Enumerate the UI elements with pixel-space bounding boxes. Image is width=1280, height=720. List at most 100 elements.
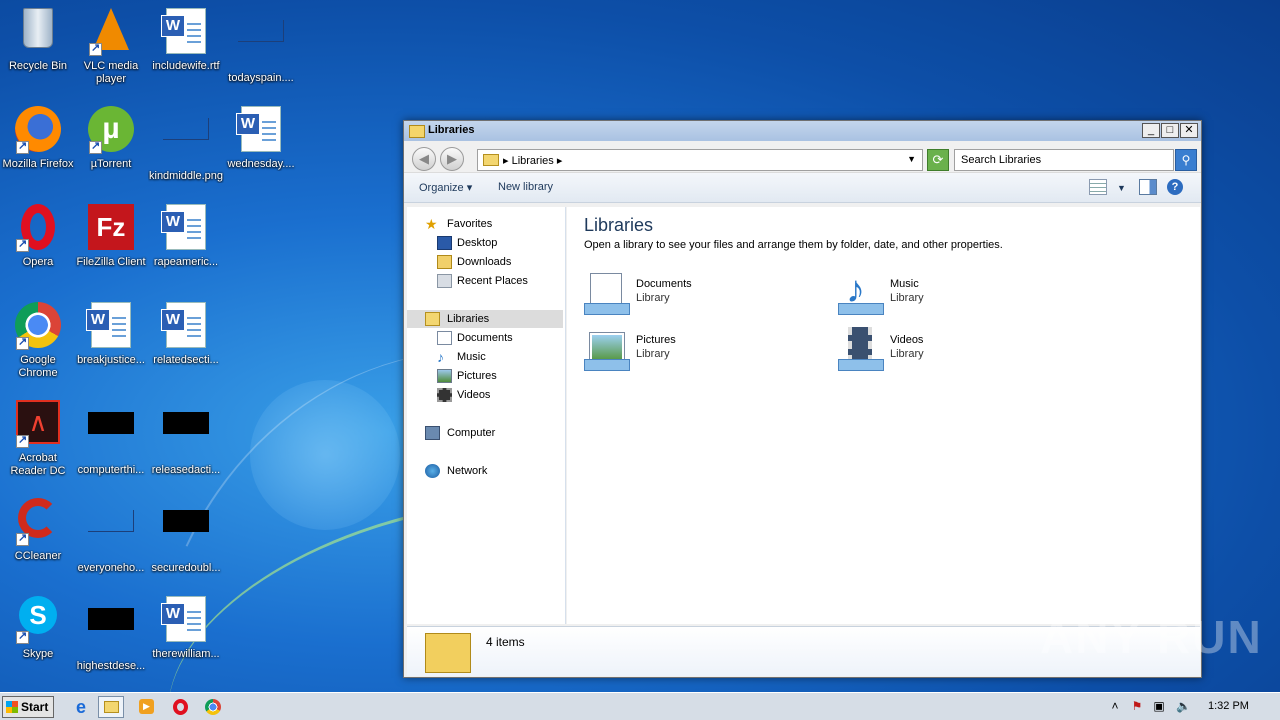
nav-recent-places[interactable]: Recent Places [407,272,563,290]
filezilla-icon[interactable]: Fz FileZilla Client [73,198,149,288]
breakjustice-file-icon[interactable]: breakjustice... [73,296,149,386]
media-player-icon[interactable]: ▶ [134,696,160,718]
explorer-taskbar-button[interactable] [98,696,124,718]
blank-file-icon [237,20,285,68]
volume-icon[interactable]: 🔈 [1176,699,1191,713]
search-input[interactable]: Search Libraries [954,149,1174,171]
preview-pane-icon[interactable] [1139,179,1157,195]
todayspain-file-icon[interactable]: todayspain.... [223,2,299,92]
nav-favorites[interactable]: ★ Favorites [407,215,563,233]
rapeameric-file-icon[interactable]: rapeameric... [148,198,224,288]
blank-file-icon [162,412,210,460]
skype-icon[interactable]: S Skype [0,590,76,680]
nav-network[interactable]: Network [407,462,563,480]
network-icon [425,464,440,478]
help-icon[interactable]: ? [1167,179,1183,195]
chrome-icon[interactable]: Google Chrome [0,296,76,386]
search-icon[interactable]: ⚲ [1175,149,1197,171]
word-doc-icon [86,302,135,350]
back-button[interactable]: ◀ [412,147,436,171]
nav-libraries[interactable]: Libraries [407,310,563,328]
firefox-logo-icon [14,106,62,154]
title-bar[interactable]: Libraries _ □ ✕ [404,121,1201,141]
word-doc-icon [161,302,210,350]
clock[interactable]: 1:32 PM [1208,700,1249,712]
shortcut-arrow-icon [16,139,29,154]
address-bar-row: ◀ ▶ ▸ Libraries ▸ ▼ ⟳ Search Libraries ⚲ [404,141,1201,173]
maximize-button[interactable]: □ [1161,123,1179,138]
desktop-icon [437,236,452,250]
picture-icon [437,369,452,383]
content-pane: Libraries Open a library to see your fil… [567,207,1200,624]
library-documents[interactable]: Documents Library [584,271,784,321]
start-button[interactable]: Start [2,696,54,718]
kindmiddle-file-icon[interactable]: kindmiddle.png [148,100,224,190]
chevron-down-icon[interactable]: ▼ [1117,183,1126,193]
releasedacti-file-icon[interactable]: releasedacti... [148,394,224,484]
wednesday-file-icon[interactable]: wednesday.... [223,100,299,190]
ccleaner-icon[interactable]: CCleaner [0,492,76,582]
refresh-button[interactable]: ⟳ [927,149,949,171]
acrobat-icon[interactable]: ∧ Acrobat Reader DC [0,394,76,484]
organize-button[interactable]: Organize ▾ [419,181,472,194]
recycle-bin-icon[interactable]: Recycle Bin [0,2,76,92]
chevron-down-icon[interactable]: ▼ [907,154,916,164]
opera-icon[interactable]: Opera [0,198,76,288]
explorer-window: Libraries _ □ ✕ ◀ ▶ ▸ Libraries ▸ ▼ ⟳ Se… [403,120,1202,678]
securedoubl-file-icon[interactable]: securedoubl... [148,492,224,582]
highestdese-file-icon[interactable]: highestdese... [73,590,149,680]
library-videos[interactable]: Videos Library [838,327,1038,377]
acrobat-logo-icon: ∧ [14,400,62,448]
videos-library-icon [838,327,884,373]
show-hidden-icons-icon[interactable]: ˄ [1108,699,1122,713]
skype-logo-icon: S [14,596,62,644]
vlc-icon[interactable]: VLC media player [73,2,149,92]
music-library-icon: ♪ [838,271,884,317]
nav-downloads[interactable]: Downloads [407,253,563,271]
nav-computer[interactable]: Computer [407,424,563,442]
breadcrumb[interactable]: ▸ Libraries ▸ [503,154,562,167]
computer-icon [425,426,440,440]
taskbar: Start e ▶ ˄ ⚑ ▣ 🔈 1:32 PM [0,692,1280,720]
downloads-folder-icon [437,255,452,269]
includewife-file-icon[interactable]: includewife.rtf [148,2,224,92]
new-library-button[interactable]: New library [498,181,553,193]
blank-file-icon [87,608,135,656]
music-note-icon: ♪ [437,349,444,365]
nav-pictures[interactable]: Pictures [407,367,563,385]
nav-videos[interactable]: Videos [407,386,563,404]
firefox-icon[interactable]: Mozilla Firefox [0,100,76,190]
relatedsecti-file-icon[interactable]: relatedsecti... [148,296,224,386]
nav-desktop[interactable]: Desktop [407,234,563,252]
library-folder-icon [425,312,440,326]
utorrent-icon[interactable]: µ µTorrent [73,100,149,190]
therewilliam-file-icon[interactable]: therewilliam... [148,590,224,680]
shortcut-arrow-icon [89,139,102,154]
shortcut-arrow-icon [16,335,29,350]
minimize-button[interactable]: _ [1142,123,1160,138]
network-tray-icon[interactable]: ▣ [1152,699,1166,713]
internet-explorer-icon[interactable]: e [68,696,94,718]
chrome-taskbar-icon[interactable] [200,696,226,718]
nav-documents[interactable]: Documents [407,329,563,347]
blank-file-icon [162,510,210,558]
word-doc-icon [161,8,210,56]
shortcut-arrow-icon [16,433,29,448]
action-center-icon[interactable]: ⚑ [1130,699,1144,713]
forward-button[interactable]: ▶ [440,147,464,171]
library-music[interactable]: ♪ Music Library [838,271,1038,321]
computerthi-file-icon[interactable]: computerthi... [73,394,149,484]
view-options-icon[interactable] [1089,179,1107,195]
library-pictures[interactable]: Pictures Library [584,327,784,377]
page-title: Libraries [584,215,654,235]
window-title: Libraries [428,124,475,136]
word-doc-icon [161,204,210,252]
everyoneho-file-icon[interactable]: everyoneho... [73,492,149,582]
nav-music[interactable]: ♪ Music [407,348,563,366]
pictures-library-icon [584,327,630,373]
close-button[interactable]: ✕ [1180,123,1198,138]
documents-library-icon [584,271,630,317]
opera-taskbar-icon[interactable] [168,696,194,718]
address-bar[interactable]: ▸ Libraries ▸ ▼ [477,149,923,171]
word-doc-icon [161,596,210,644]
